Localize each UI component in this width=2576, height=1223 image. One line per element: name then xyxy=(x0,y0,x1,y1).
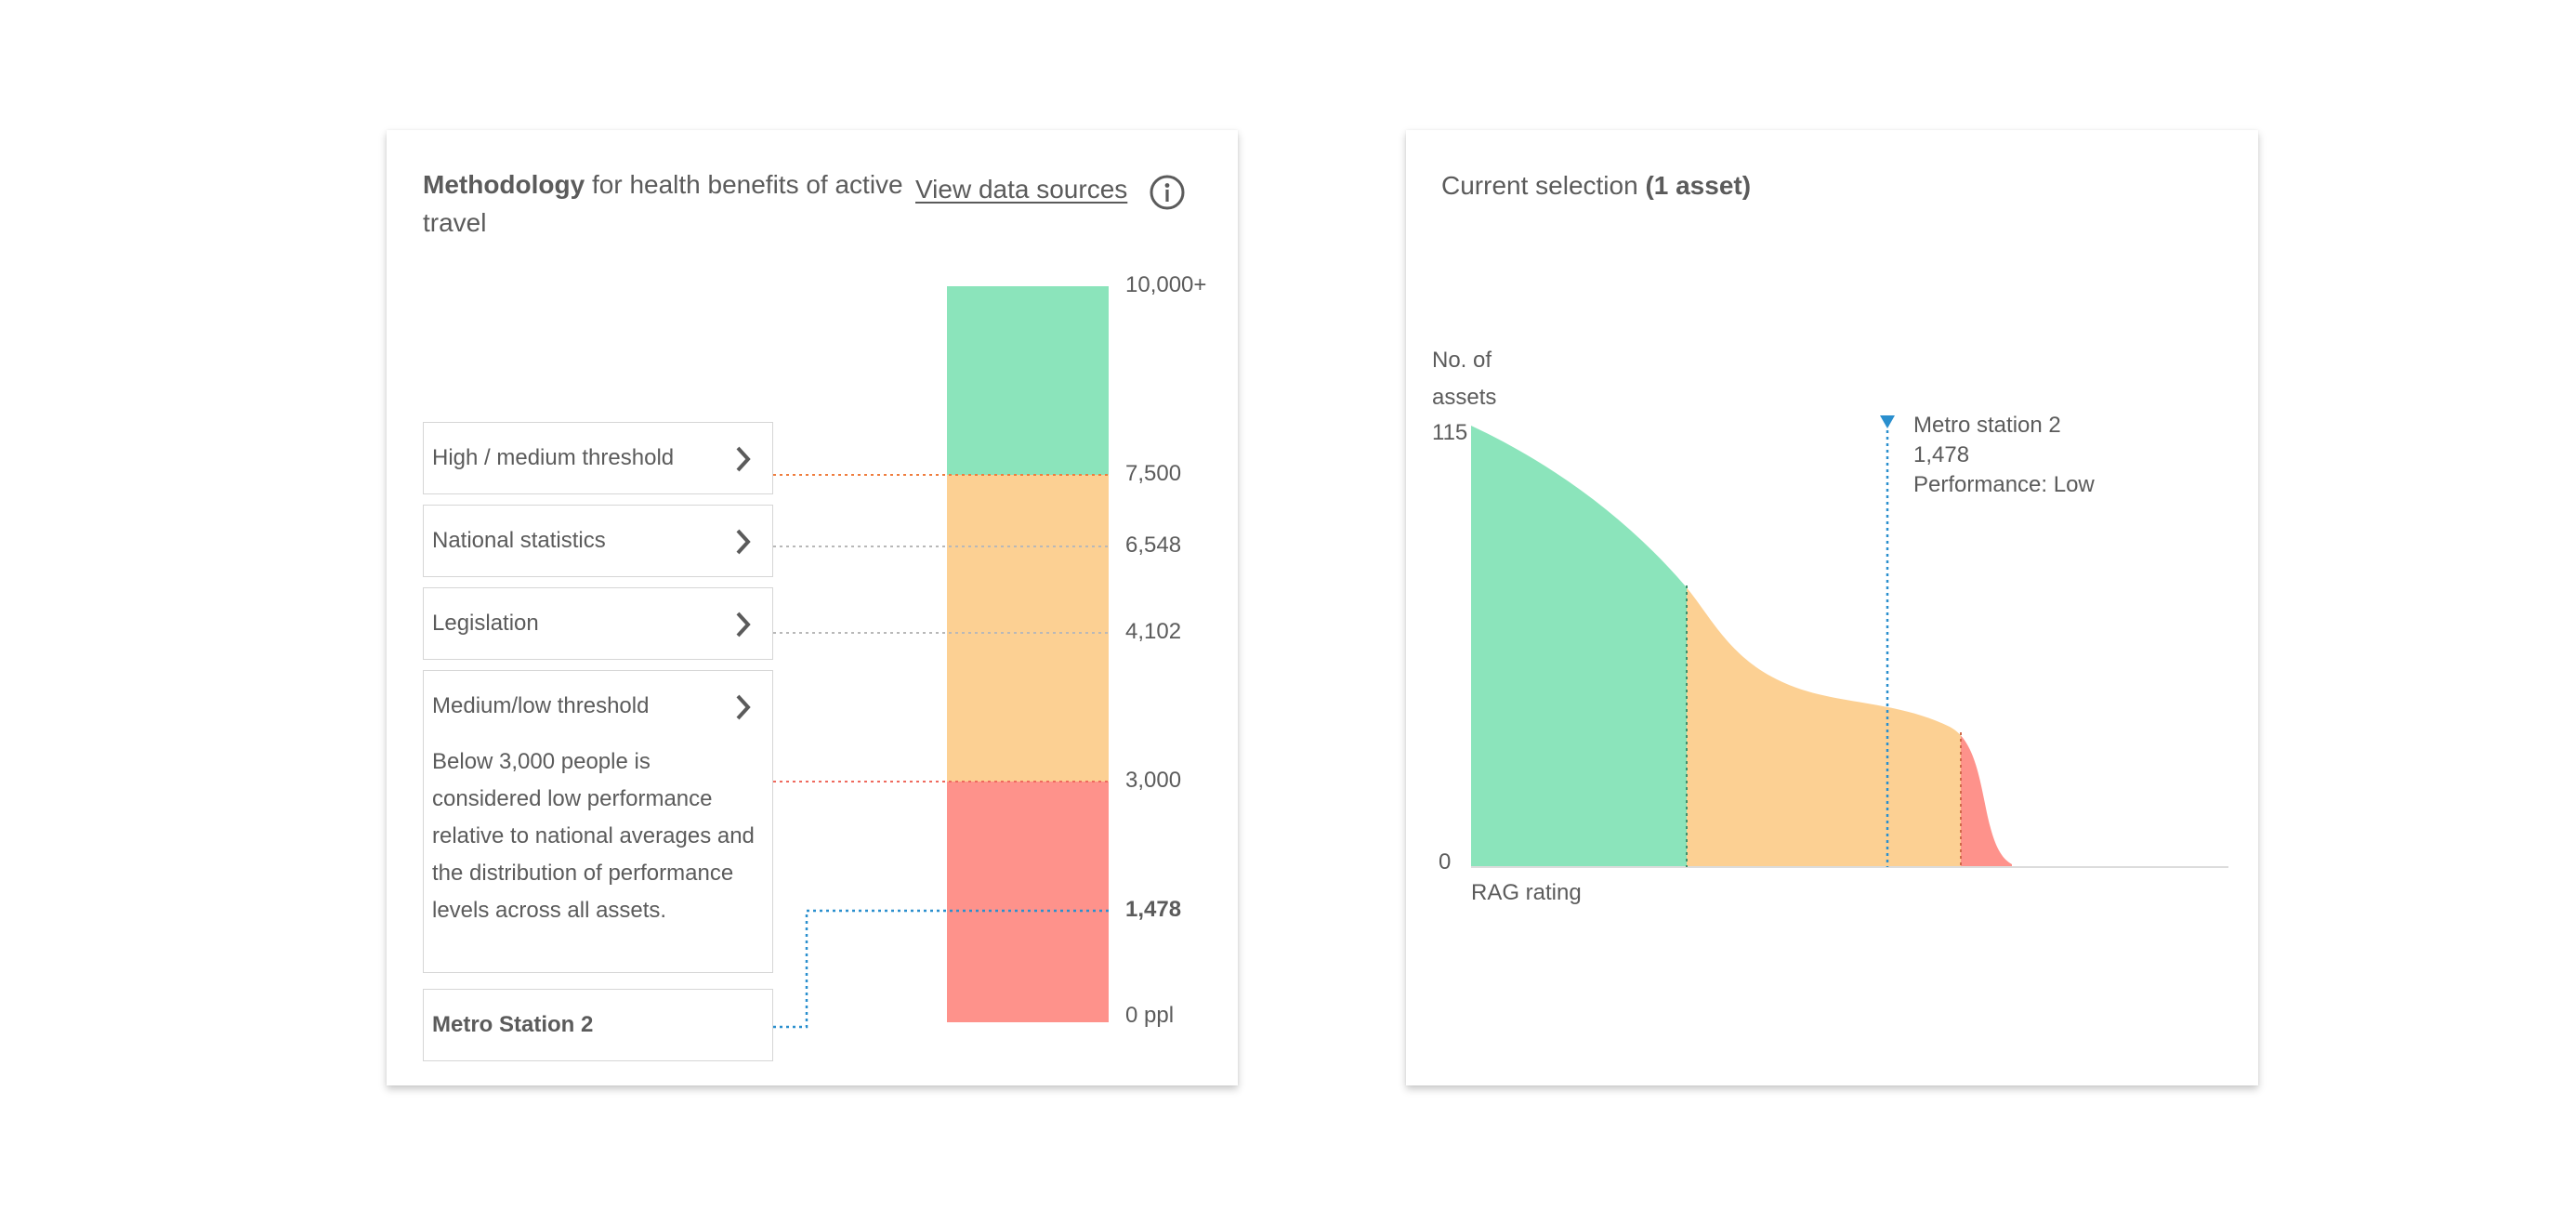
curve-region-green xyxy=(1471,426,1687,867)
marker-asset-name: Metro station 2 xyxy=(1913,413,2061,438)
scale-label: 4,102 xyxy=(1125,619,1182,644)
methodology-card: Methodology for health benefits of activ… xyxy=(387,130,1238,1085)
scale-label: 7,500 xyxy=(1125,461,1182,486)
rag-distribution-chart xyxy=(1471,415,2228,868)
scale-segment-red xyxy=(947,782,1109,1022)
scale-label: 6,548 xyxy=(1125,533,1182,558)
marker-value: 1,478 xyxy=(1913,442,1970,467)
scale-label: 3,000 xyxy=(1125,768,1182,793)
scale-label: 10,000+ xyxy=(1125,272,1207,297)
scale-label: 0 ppl xyxy=(1125,1003,1175,1028)
current-selection-card: Current selection (1 asset) No. of asset… xyxy=(1406,130,2258,1085)
scale-segment-green xyxy=(947,286,1109,475)
scale-label-selected: 1,478 xyxy=(1125,897,1182,922)
marker-triangle-icon xyxy=(1880,415,1895,428)
marker-tooltip: Metro station 2 1,478 Performance: Low xyxy=(1913,411,2095,500)
threshold-scale xyxy=(773,286,1109,1029)
scale-segment-amber xyxy=(947,475,1109,782)
marker-performance: Performance: Low xyxy=(1913,472,2095,497)
